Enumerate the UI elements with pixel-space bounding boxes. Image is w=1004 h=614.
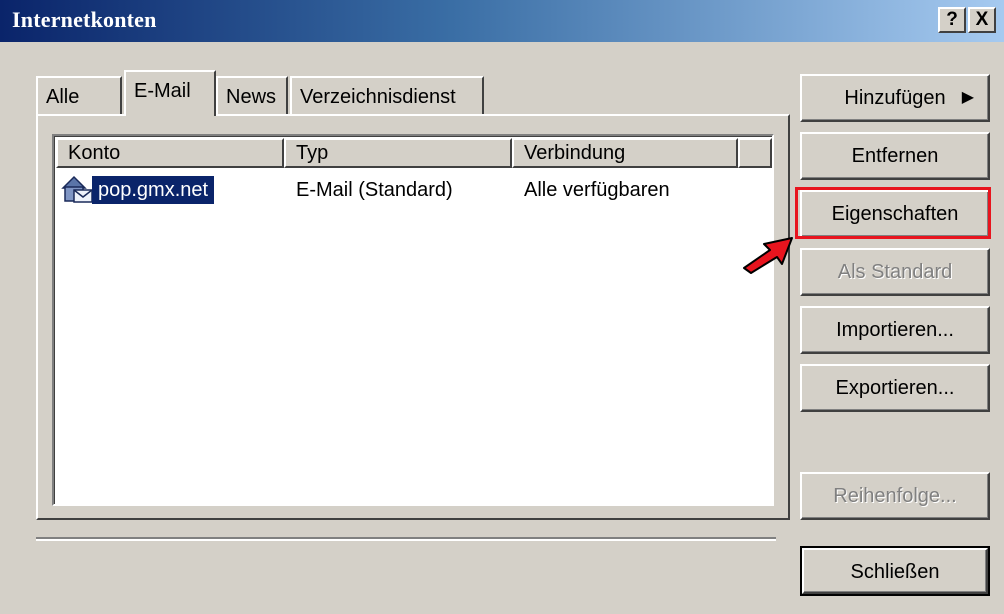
tab-email[interactable]: E-Mail bbox=[124, 70, 216, 116]
import-button[interactable]: Importieren... bbox=[800, 306, 990, 354]
close-window-button[interactable]: X bbox=[968, 7, 996, 33]
mail-account-icon bbox=[60, 174, 94, 209]
window-title: Internetkonten bbox=[12, 7, 157, 32]
title-bar: Internetkonten ? X bbox=[0, 0, 1004, 42]
column-header-verbindung[interactable]: Verbindung bbox=[512, 138, 738, 168]
close-button[interactable]: Schließen bbox=[800, 546, 990, 596]
export-button[interactable]: Exportieren... bbox=[800, 364, 990, 412]
set-default-button[interactable]: Als Standard bbox=[800, 248, 990, 296]
tab-label: News bbox=[226, 86, 277, 108]
internet-accounts-dialog: Internetkonten ? X Alle E-Mail News Verz… bbox=[0, 0, 1004, 614]
tab-news[interactable]: News bbox=[216, 76, 288, 116]
account-type: E-Mail (Standard) bbox=[296, 179, 453, 201]
list-item[interactable]: pop.gmx.net E-Mail (Standard) Alle verfü… bbox=[56, 174, 770, 206]
order-button[interactable]: Reihenfolge... bbox=[800, 472, 990, 520]
properties-button[interactable]: Eigenschaften bbox=[800, 190, 990, 238]
remove-button[interactable]: Entfernen bbox=[800, 132, 990, 180]
account-name: pop.gmx.net bbox=[92, 176, 215, 204]
separator bbox=[36, 537, 776, 541]
tab-verzeichnisdienst[interactable]: Verzeichnisdienst bbox=[290, 76, 484, 116]
red-arrow-icon bbox=[740, 232, 800, 279]
account-connection: Alle verfügbaren bbox=[524, 179, 670, 201]
tab-label: E-Mail bbox=[134, 80, 191, 102]
chevron-right-icon: ▶ bbox=[961, 89, 974, 106]
help-button[interactable]: ? bbox=[938, 7, 966, 33]
add-button[interactable]: Hinzufügen ▶ bbox=[800, 74, 990, 122]
column-header-filler bbox=[738, 138, 772, 168]
column-header-typ[interactable]: Typ bbox=[284, 138, 512, 168]
tab-alle[interactable]: Alle bbox=[36, 76, 122, 116]
accounts-list[interactable]: Konto Typ Verbindung pop.gmx.net E-Mail … bbox=[52, 134, 774, 506]
tab-label: Verzeichnisdienst bbox=[300, 86, 456, 108]
tab-label: Alle bbox=[46, 86, 80, 108]
column-header-konto[interactable]: Konto bbox=[56, 138, 284, 168]
